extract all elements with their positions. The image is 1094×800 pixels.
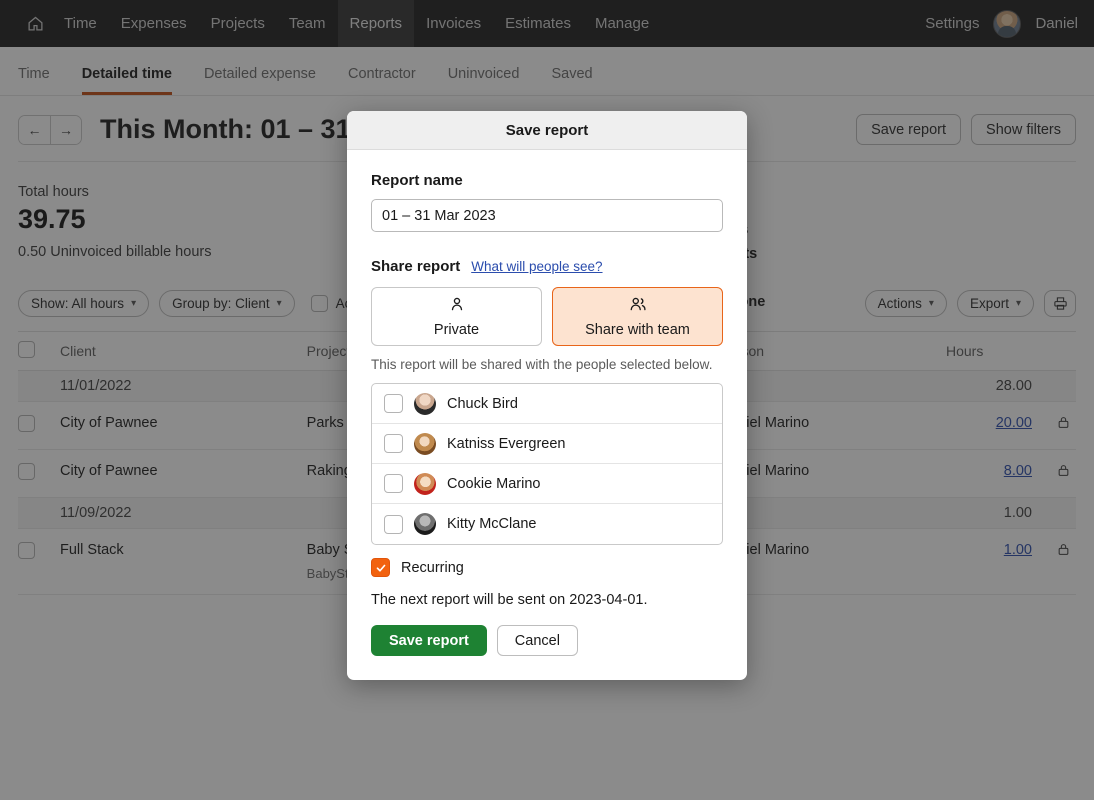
- recurring-row[interactable]: Recurring: [371, 558, 723, 577]
- list-item[interactable]: Katniss Evergreen: [372, 424, 722, 464]
- share-option-private-label: Private: [434, 322, 479, 338]
- next-report-note: The next report will be sent on 2023-04-…: [371, 592, 723, 608]
- person-icon: [448, 295, 466, 317]
- people-list: Chuck Bird Katniss Evergreen Cookie Mari…: [371, 383, 723, 545]
- person-checkbox[interactable]: [384, 474, 403, 493]
- person-name: Katniss Evergreen: [447, 436, 565, 452]
- avatar: [414, 513, 436, 535]
- what-will-people-see-link[interactable]: What will people see?: [471, 259, 602, 274]
- avatar: [414, 473, 436, 495]
- share-report-label: Share report: [371, 258, 460, 275]
- person-name: Cookie Marino: [447, 476, 541, 492]
- save-report-dialog: Save report Report name Share report Wha…: [347, 111, 747, 680]
- recurring-checkbox[interactable]: [371, 558, 390, 577]
- app-root: Time Expenses Projects Team Reports Invo…: [0, 0, 1094, 800]
- avatar: [414, 393, 436, 415]
- person-name: Kitty McClane: [447, 516, 536, 532]
- people-icon: [627, 295, 649, 317]
- dialog-actions: Save report Cancel: [371, 625, 723, 656]
- share-option-team[interactable]: Share with team: [552, 287, 723, 346]
- dialog-body: Report name Share report What will peopl…: [347, 150, 747, 680]
- share-option-private[interactable]: Private: [371, 287, 542, 346]
- avatar: [414, 433, 436, 455]
- report-name-label: Report name: [371, 172, 723, 189]
- list-item[interactable]: Kitty McClane: [372, 504, 722, 544]
- share-mode-options: Private Share with team: [371, 287, 723, 346]
- person-name: Chuck Bird: [447, 396, 518, 412]
- share-report-row: Share report What will people see?: [371, 258, 723, 275]
- share-note: This report will be shared with the peop…: [371, 357, 723, 372]
- person-checkbox[interactable]: [384, 515, 403, 534]
- person-checkbox[interactable]: [384, 434, 403, 453]
- report-name-input[interactable]: [371, 199, 723, 232]
- list-item[interactable]: Chuck Bird: [372, 384, 722, 424]
- save-report-button[interactable]: Save report: [371, 625, 487, 656]
- dialog-title: Save report: [347, 111, 747, 150]
- share-option-team-label: Share with team: [585, 322, 690, 338]
- list-item[interactable]: Cookie Marino: [372, 464, 722, 504]
- person-checkbox[interactable]: [384, 394, 403, 413]
- cancel-button[interactable]: Cancel: [497, 625, 578, 656]
- recurring-label: Recurring: [401, 560, 464, 576]
